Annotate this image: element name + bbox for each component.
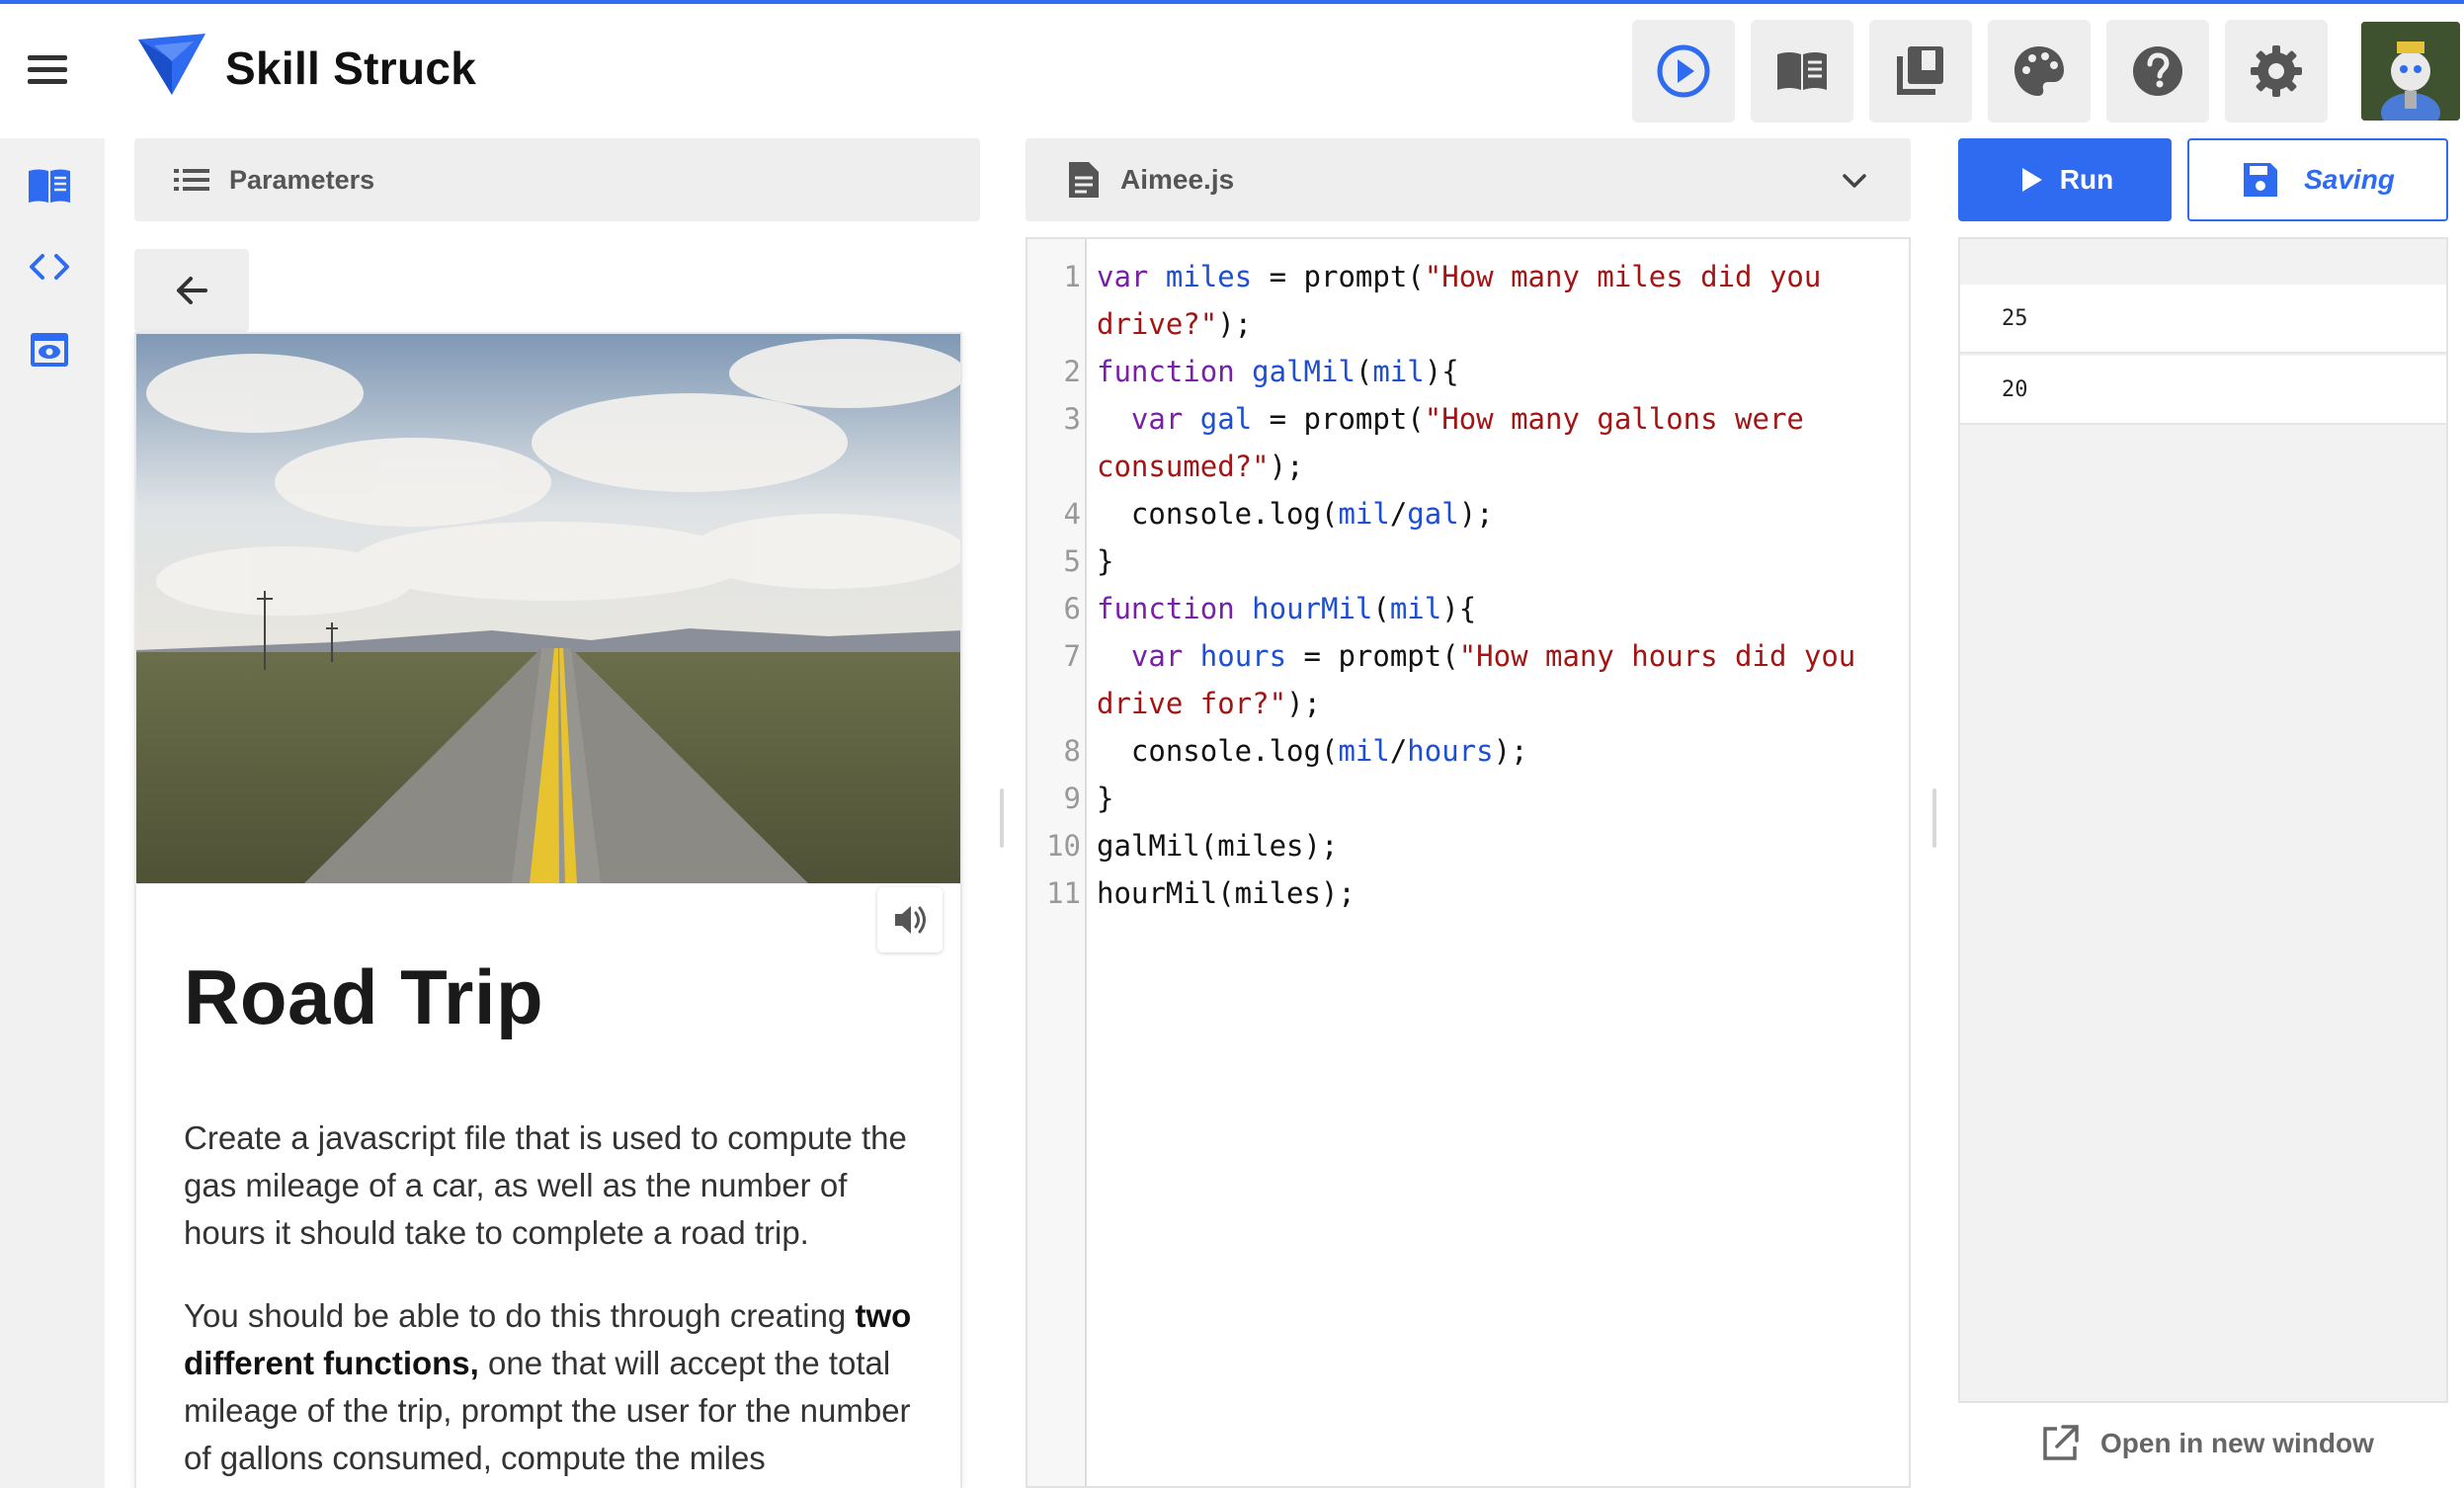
skill-struck-logo bbox=[138, 34, 205, 95]
rail-instructions[interactable] bbox=[26, 162, 73, 209]
palette-icon bbox=[2014, 46, 2064, 96]
gear-icon bbox=[2251, 45, 2302, 97]
code-content[interactable]: 1 var miles = prompt("How many miles did… bbox=[1027, 253, 1909, 917]
rail-preview[interactable] bbox=[26, 326, 73, 373]
play-icon bbox=[2021, 168, 2042, 192]
book-icon bbox=[29, 169, 70, 203]
menu-icon[interactable] bbox=[28, 55, 67, 85]
road-trip-image bbox=[136, 334, 960, 883]
code-line: 9 } bbox=[1063, 782, 1114, 815]
external-link-icon bbox=[2043, 1425, 2079, 1460]
brand-name: Skill Struck bbox=[225, 42, 477, 94]
save-icon bbox=[2244, 163, 2278, 197]
run-button[interactable]: Run bbox=[1958, 138, 2172, 221]
settings-button[interactable] bbox=[2225, 20, 2328, 123]
code-line: 2 function galMil(mil){ bbox=[1063, 355, 1459, 388]
panel-resize-handle-right[interactable] bbox=[1932, 788, 1936, 848]
console-output: 25 20 bbox=[1958, 237, 2448, 1403]
help-icon bbox=[2133, 46, 2182, 96]
chevron-down-icon[interactable] bbox=[1838, 164, 1871, 198]
lesson-paragraph-1: Create a javascript file that is used to… bbox=[184, 1119, 907, 1251]
console-line: 20 bbox=[1960, 356, 2446, 425]
code-line: 8 console.log(mil/hours); bbox=[1063, 734, 1528, 768]
code-line: 10 galMil(miles); bbox=[1046, 829, 1339, 863]
parameters-label: Parameters bbox=[229, 164, 375, 195]
file-icon bbox=[1069, 162, 1099, 198]
code-editor[interactable]: 1 var miles = prompt("How many miles did… bbox=[1026, 237, 1911, 1488]
code-line: 1 var miles = prompt("How many miles did… bbox=[1063, 260, 1839, 341]
read-aloud-button[interactable] bbox=[877, 887, 943, 952]
user-avatar[interactable] bbox=[2361, 22, 2460, 121]
panel-resize-handle-left[interactable] bbox=[1000, 788, 1004, 848]
left-rail bbox=[0, 138, 105, 1488]
preview-icon bbox=[31, 333, 68, 367]
code-icon bbox=[30, 254, 69, 280]
play-circle-icon bbox=[1657, 44, 1710, 98]
code-line: 4 console.log(mil/gal); bbox=[1063, 497, 1494, 531]
lesson-card: Road Trip Create a javascript file that … bbox=[134, 332, 962, 1488]
arrow-left-icon bbox=[177, 277, 207, 304]
save-button[interactable]: Saving bbox=[2187, 138, 2448, 221]
console-line: 25 bbox=[1960, 285, 2446, 354]
open-new-window-link[interactable]: Open in new window bbox=[2039, 1423, 2374, 1464]
instructions-button[interactable] bbox=[1751, 20, 1853, 123]
avatar-image bbox=[2361, 22, 2460, 121]
back-button[interactable] bbox=[134, 249, 249, 332]
app-header: Skill Struck bbox=[0, 4, 2464, 134]
filename: Aimee.js bbox=[1120, 164, 1235, 195]
lesson-title: Road Trip bbox=[184, 953, 544, 1040]
code-line: 11 hourMil(miles); bbox=[1046, 876, 1355, 910]
code-line: 7 var hours = prompt("How many hours did… bbox=[1063, 639, 1873, 720]
file-selector[interactable]: Aimee.js bbox=[1026, 138, 1911, 221]
code-line: 6 function hourMil(mil){ bbox=[1063, 592, 1477, 625]
library-icon bbox=[1897, 46, 1943, 95]
help-button[interactable] bbox=[2106, 20, 2209, 123]
run-label: Run bbox=[2059, 164, 2114, 195]
save-label: Saving bbox=[2304, 164, 2395, 195]
speaker-icon bbox=[895, 906, 926, 934]
open-new-window-label: Open in new window bbox=[2100, 1428, 2374, 1458]
library-button[interactable] bbox=[1869, 20, 1972, 123]
list-icon bbox=[174, 169, 209, 191]
rail-code[interactable] bbox=[26, 243, 73, 290]
lesson-paragraph-2: You should be able to do this through cr… bbox=[184, 1297, 912, 1476]
theme-button[interactable] bbox=[1988, 20, 2091, 123]
run-preview-button[interactable] bbox=[1632, 20, 1735, 123]
code-line: 5 } bbox=[1063, 544, 1114, 578]
parameters-bar[interactable]: Parameters bbox=[134, 138, 980, 221]
code-line: 3 var gal = prompt("How many gallons wer… bbox=[1063, 402, 1822, 483]
book-icon bbox=[1777, 52, 1827, 90]
